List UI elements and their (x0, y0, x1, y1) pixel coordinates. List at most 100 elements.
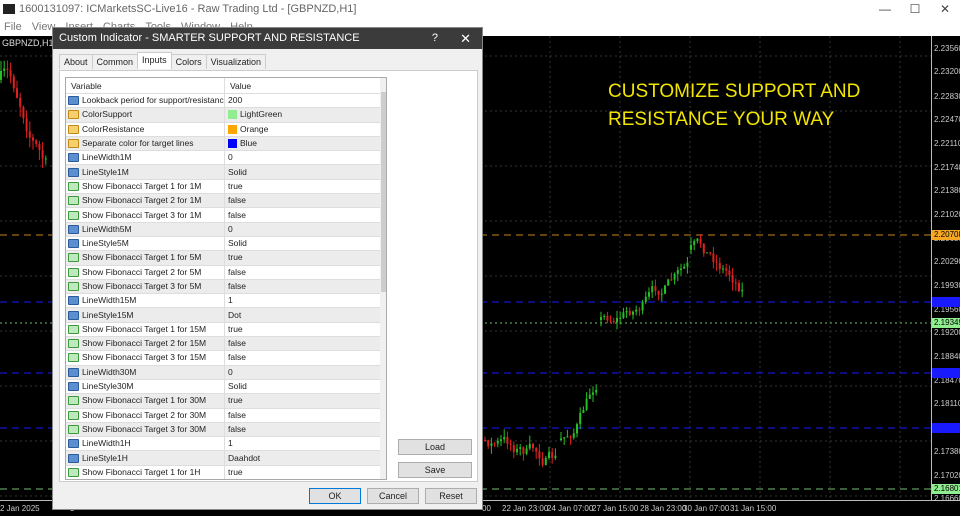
value-cell[interactable]: false (225, 409, 386, 422)
input-row[interactable]: Show Fibonacci Target 2 for 1M false (66, 194, 386, 209)
candle-body (616, 318, 618, 323)
scrollbar-thumb[interactable] (381, 92, 386, 292)
value-cell[interactable]: true (225, 251, 386, 264)
value-cell[interactable]: false (225, 423, 386, 436)
candle-body (538, 451, 541, 459)
candle-body (635, 309, 638, 312)
input-row[interactable]: LineWidth1M 0 (66, 151, 386, 166)
input-row[interactable]: Show Fibonacci Target 3 for 30M false (66, 422, 386, 438)
value-cell[interactable]: Dot (225, 308, 386, 321)
tab-about[interactable]: About (59, 54, 93, 69)
value-cell[interactable]: Orange (225, 123, 386, 136)
input-row[interactable]: LineStyle30M Solid (66, 379, 386, 395)
boolean-type-icon (68, 424, 79, 434)
app-logo-icon (3, 4, 15, 14)
input-row[interactable]: LineWidth15M 1 (66, 294, 386, 309)
candle-body (560, 438, 562, 440)
value-cell[interactable]: Daahdot (225, 451, 386, 464)
value-cell[interactable]: Solid (225, 237, 386, 250)
value-cell[interactable]: Blue (225, 137, 386, 150)
help-button[interactable]: ? (432, 28, 438, 49)
candle-body (582, 409, 585, 413)
window-title: 1600131097: ICMarketsSC-Live16 - Raw Tra… (19, 3, 357, 15)
input-row[interactable]: ColorResistance Orange (66, 122, 386, 137)
input-row[interactable]: Show Fibonacci Target 1 for 1M true (66, 179, 386, 195)
close-window-button[interactable]: ✕ (930, 0, 960, 18)
input-row[interactable]: LineStyle15M Dot (66, 308, 386, 323)
value-cell[interactable]: 0 (225, 366, 386, 379)
input-row[interactable]: LineStyle1H Daahdot (66, 451, 386, 466)
value-text: Solid (228, 166, 247, 177)
tab-common[interactable]: Common (91, 54, 139, 69)
custom-indicator-dialog: Custom Indicator - SMARTER SUPPORT AND R… (52, 27, 483, 510)
value-cell[interactable]: LightGreen (225, 108, 386, 121)
input-row[interactable]: Show Fibonacci Target 1 for 1H true (66, 465, 386, 479)
tab-colors[interactable]: Colors (170, 54, 207, 69)
minimize-button[interactable]: — (870, 0, 900, 18)
candle-body (606, 315, 609, 321)
input-row[interactable]: Lookback period for support/resistance 20… (66, 94, 386, 109)
input-row[interactable]: Show Fibonacci Target 2 for 5M false (66, 265, 386, 280)
input-row[interactable]: LineStyle5M Solid (66, 236, 386, 252)
value-cell[interactable]: true (225, 180, 386, 193)
price-tick-label: 2.22470 (934, 115, 960, 125)
value-cell[interactable]: 1 (225, 294, 386, 307)
input-row[interactable]: Show Fibonacci Target 3 for 5M false (66, 279, 386, 295)
value-cell[interactable]: true (225, 466, 386, 479)
value-cell[interactable]: Solid (225, 380, 386, 393)
input-row[interactable]: Show Fibonacci Target 1 for 30M true (66, 394, 386, 409)
variable-cell: LineStyle15M (66, 308, 225, 322)
input-row[interactable]: LineWidth30M 0 (66, 365, 386, 380)
input-row[interactable]: Separate color for target lines Blue (66, 136, 386, 152)
maximize-button[interactable]: ☐ (900, 0, 930, 18)
value-text: true (228, 252, 243, 263)
value-cell[interactable]: 0 (225, 223, 386, 236)
boolean-type-icon (68, 396, 79, 406)
input-row[interactable]: Show Fibonacci Target 2 for 30M false (66, 408, 386, 423)
value-cell[interactable]: 1 (225, 437, 386, 450)
candle-body (592, 392, 594, 395)
input-row[interactable]: LineWidth5M 0 (66, 222, 386, 237)
value-cell[interactable]: false (225, 351, 386, 364)
input-row[interactable]: LineStyle1M Solid (66, 165, 386, 180)
load-button[interactable]: Load (398, 439, 472, 455)
input-row[interactable]: ColorSupport LightGreen (66, 108, 386, 123)
variable-cell: LineWidth1H (66, 437, 225, 451)
candle-body (664, 285, 666, 294)
value-cell[interactable]: 0 (225, 151, 386, 164)
input-row[interactable]: Show Fibonacci Target 2 for 15M false (66, 337, 386, 352)
candle-body (525, 448, 528, 454)
dialog-close-button[interactable]: ✕ (460, 28, 471, 49)
value-cell[interactable]: Solid (225, 165, 386, 178)
save-button[interactable]: Save (398, 462, 472, 478)
tab-visualization[interactable]: Visualization (205, 54, 266, 69)
variable-name: Show Fibonacci Target 3 for 1M (82, 209, 202, 220)
tab-inputs[interactable]: Inputs (137, 52, 172, 69)
value-cell[interactable]: false (225, 280, 386, 293)
candle-body (487, 440, 490, 447)
value-cell[interactable]: true (225, 323, 386, 336)
input-row[interactable]: Show Fibonacci Target 3 for 1M false (66, 208, 386, 223)
cancel-button[interactable]: Cancel (367, 488, 419, 504)
candle-body (579, 412, 582, 425)
reset-button[interactable]: Reset (425, 488, 477, 504)
value-cell[interactable]: false (225, 194, 386, 207)
candle-body (706, 252, 708, 254)
input-row[interactable]: Show Fibonacci Target 1 for 5M true (66, 251, 386, 266)
candle-body (712, 253, 715, 263)
value-cell[interactable]: 200 (225, 94, 386, 107)
variable-name: Lookback period for support/resistance (82, 95, 225, 106)
value-cell[interactable]: true (225, 394, 386, 407)
input-row[interactable]: LineWidth1H 1 (66, 437, 386, 452)
ok-button[interactable]: OK (309, 488, 361, 504)
grid-scrollbar[interactable] (380, 78, 386, 479)
value-cell[interactable]: false (225, 208, 386, 221)
input-row[interactable]: Show Fibonacci Target 1 for 15M true (66, 322, 386, 338)
value-cell[interactable]: false (225, 266, 386, 279)
value-text: 200 (228, 95, 243, 106)
menu-file[interactable]: File (4, 21, 22, 33)
input-row[interactable]: Show Fibonacci Target 3 for 15M false (66, 351, 386, 366)
integer-type-icon (68, 96, 79, 106)
level-price-label: 2.19349 (932, 318, 960, 328)
value-cell[interactable]: false (225, 337, 386, 350)
